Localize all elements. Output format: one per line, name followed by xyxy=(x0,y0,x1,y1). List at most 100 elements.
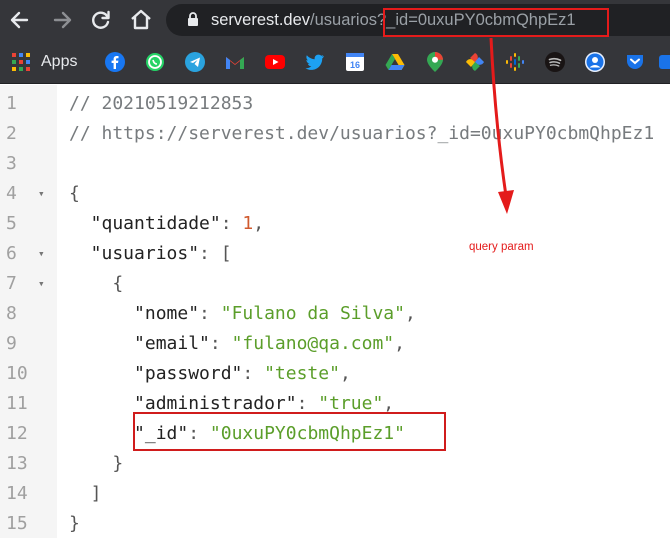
telegram-icon[interactable] xyxy=(185,52,205,72)
token-punct: ] xyxy=(69,483,102,504)
code-line: 14 ] xyxy=(0,479,670,509)
maps-icon[interactable] xyxy=(425,52,445,72)
fold-toggle-icon[interactable]: ▾ xyxy=(38,179,45,209)
profile-icon[interactable] xyxy=(585,52,605,72)
code-line: 1 // 20210519212853 xyxy=(0,89,670,119)
token-brace: { xyxy=(69,273,124,294)
line-number: 9 xyxy=(6,333,17,354)
token-key: "password" xyxy=(69,363,243,384)
token-punct: , xyxy=(339,363,351,384)
code-text: ] xyxy=(69,479,102,509)
calendar-day: 16 xyxy=(350,60,360,70)
line-number: 12 xyxy=(6,423,28,444)
token-str: "fulano@qa.com" xyxy=(231,333,395,354)
code-line: 9 "email": "fulano@qa.com", xyxy=(0,329,670,359)
drive-icon[interactable] xyxy=(385,52,405,72)
line-number: 7 xyxy=(6,273,17,294)
bookmarks-bar: Apps 16 xyxy=(0,40,670,84)
token-comment: // 20210519212853 xyxy=(69,93,254,114)
line-number: 8 xyxy=(6,303,17,324)
token-brace: } xyxy=(69,513,80,534)
token-punct: : xyxy=(199,303,221,324)
apps-label[interactable]: Apps xyxy=(41,52,77,72)
lock-icon[interactable] xyxy=(187,12,199,26)
apps-grid-icon[interactable] xyxy=(12,53,30,71)
back-icon[interactable] xyxy=(5,6,33,34)
token-key: "administrador" xyxy=(69,393,297,414)
spotify-icon[interactable] xyxy=(545,52,565,72)
code-line: 3 xyxy=(0,149,670,179)
whatsapp-icon[interactable] xyxy=(145,52,165,72)
code-line: 7 ▾ { xyxy=(0,269,670,299)
code-text: "usuarios": [ xyxy=(69,239,232,269)
token-punct: , xyxy=(253,213,265,234)
url-host: serverest.dev xyxy=(211,11,311,29)
fold-toggle-icon[interactable]: ▾ xyxy=(38,269,45,299)
token-key: "nome" xyxy=(69,303,200,324)
gmail-icon[interactable] xyxy=(225,52,245,72)
code-line: 15} xyxy=(0,509,670,538)
code-text: } xyxy=(69,509,80,538)
query-param-label: query param xyxy=(469,241,534,253)
code-text: // 20210519212853 xyxy=(69,89,253,119)
youtube-icon[interactable] xyxy=(265,52,285,72)
home-icon[interactable] xyxy=(127,6,155,34)
code-text: "email": "fulano@qa.com", xyxy=(69,329,405,359)
token-str: "teste" xyxy=(264,363,340,384)
token-punct: : xyxy=(209,333,232,354)
line-number: 1 xyxy=(6,93,17,114)
photos-icon[interactable] xyxy=(465,52,485,72)
line-number: 4 xyxy=(6,183,17,204)
code-line: 6 ▾ "usuarios": [ xyxy=(0,239,670,269)
line-number: 14 xyxy=(6,483,28,504)
line-number: 3 xyxy=(6,153,17,174)
token-brace: { xyxy=(69,183,80,204)
code-text: "quantidade": 1, xyxy=(69,209,264,239)
token-punct: : [ xyxy=(199,243,232,264)
id-field-highlight-box xyxy=(133,412,446,451)
code-text: "password": "teste", xyxy=(69,359,351,389)
code-line: 10 "password": "teste", xyxy=(0,359,670,389)
facebook-icon[interactable] xyxy=(105,52,125,72)
line-number: 5 xyxy=(6,213,17,234)
line-number: 6 xyxy=(6,243,17,264)
token-str: "true" xyxy=(318,393,384,414)
code-line: 13 } xyxy=(0,449,670,479)
code-line: 4 ▾ { xyxy=(0,179,670,209)
twitter-icon[interactable] xyxy=(305,52,325,72)
token-key: "email" xyxy=(69,333,210,354)
reload-icon[interactable] xyxy=(87,6,115,34)
line-number: 13 xyxy=(6,453,28,474)
line-number: 15 xyxy=(6,513,28,534)
podcasts-icon[interactable] xyxy=(505,52,525,72)
pocket-icon[interactable] xyxy=(625,52,645,72)
code-line: 2 // https://serverest.dev/usuarios?_id=0… xyxy=(0,119,670,149)
token-comment: // https://serverest.dev/usuarios?_id=0u… xyxy=(69,123,655,144)
line-number: 11 xyxy=(6,393,28,414)
token-punct: : xyxy=(296,393,319,414)
token-str: "Fulano da Silva" xyxy=(220,303,405,324)
query-param-highlight-box xyxy=(383,8,609,37)
code-text: "nome": "Fulano da Silva", xyxy=(69,299,416,329)
token-key: "usuarios" xyxy=(69,243,200,264)
code-line: 5 "quantidade": 1, xyxy=(0,209,670,239)
calendar-icon[interactable]: 16 xyxy=(345,52,365,72)
code-text: { xyxy=(69,269,123,299)
fold-toggle-icon[interactable]: ▾ xyxy=(38,239,45,269)
token-key: "quantidade" xyxy=(69,213,221,234)
token-punct: : xyxy=(220,213,243,234)
json-viewer: 1 // 20210519212853 2 // https://serverest.… xyxy=(0,85,670,538)
line-number: 2 xyxy=(6,123,17,144)
code-text: // https://serverest.dev/usuarios?_id=0u… xyxy=(69,119,654,149)
extension-icon[interactable] xyxy=(656,52,670,72)
forward-icon[interactable] xyxy=(49,6,77,34)
line-number: 10 xyxy=(6,363,28,384)
token-punct: , xyxy=(383,393,395,414)
token-punct: : xyxy=(242,363,265,384)
token-brace: } xyxy=(69,453,124,474)
code-text: { xyxy=(69,179,80,209)
token-punct: , xyxy=(394,333,405,354)
token-punct: , xyxy=(404,303,416,324)
code-text: } xyxy=(69,449,123,479)
code-line: 8 "nome": "Fulano da Silva", xyxy=(0,299,670,329)
